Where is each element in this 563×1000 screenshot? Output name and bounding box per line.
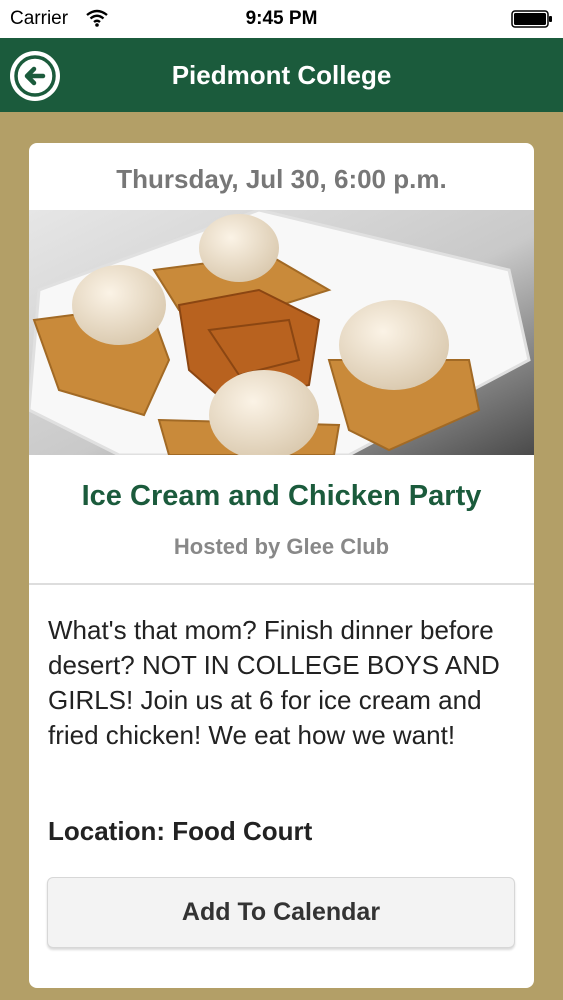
event-photo xyxy=(29,210,534,455)
add-to-calendar-button[interactable]: Add To Calendar xyxy=(47,877,515,948)
event-location: Location: Food Court xyxy=(48,816,313,846)
status-time: 9:45 PM xyxy=(245,8,318,29)
event-title: Ice Cream and Chicken Party xyxy=(81,480,482,512)
divider xyxy=(29,583,534,585)
event-card: Thursday, Jul 30, 6:00 p.m. Ice Cream an… xyxy=(29,143,534,988)
back-button[interactable] xyxy=(10,51,60,101)
event-description: What's that mom? Finish dinner before de… xyxy=(48,615,500,750)
back-arrow-icon xyxy=(14,55,56,97)
battery-icon xyxy=(511,10,552,28)
event-date: Thursday, Jul 30, 6:00 p.m. xyxy=(116,164,447,194)
nav-bar: Piedmont College xyxy=(0,38,563,112)
page-title: Piedmont College xyxy=(171,60,392,90)
event-host: Hosted by Glee Club xyxy=(173,534,390,559)
status-bar: Carrier 9:45 PM xyxy=(0,0,563,38)
